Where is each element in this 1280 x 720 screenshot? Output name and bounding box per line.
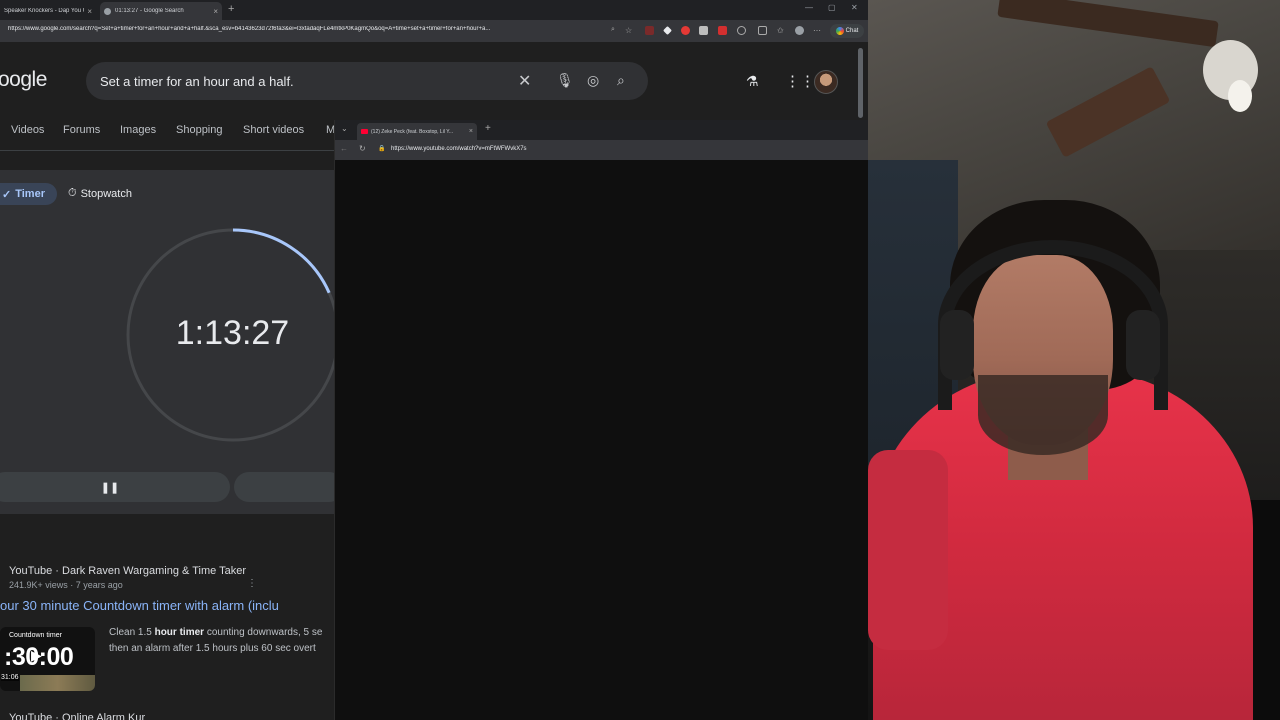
tab-speaker-knockers[interactable]: Speaker Knockers - Dap You Up × xyxy=(0,2,96,20)
headset-ear-left xyxy=(940,310,974,380)
avatar[interactable] xyxy=(814,70,838,94)
video-duration: 31:06 xyxy=(1,674,19,681)
microphone-icon[interactable]: 🎙 xyxy=(556,72,574,89)
timer-tab[interactable]: ✓ Timer xyxy=(0,183,57,205)
thumbnail-label: Countdown timer xyxy=(9,632,62,639)
youtube-browser-window: ⌄ (12) Zeke Peck (feat. Boxstop, Lil Y..… xyxy=(334,120,868,720)
overlay-url-field[interactable]: https://www.youtube.com/watch?v=mFtWFWvk… xyxy=(391,146,527,152)
thumbnail-strip xyxy=(20,675,95,691)
play-icon[interactable]: ▶ xyxy=(31,647,42,664)
result-title-link[interactable]: our 30 minute Countdown timer with alarm… xyxy=(0,598,334,613)
divider xyxy=(0,150,334,151)
result-source[interactable]: YouTube · Dark Raven Wargaming & Time Ta… xyxy=(9,565,246,577)
result-meta: 241.9K+ views · 7 years ago xyxy=(9,580,123,590)
check-icon: ✓ xyxy=(2,188,12,201)
lens-icon[interactable]: ◎ xyxy=(587,72,599,89)
tab-youtube[interactable]: (12) Zeke Peck (feat. Boxstop, Lil Y... … xyxy=(357,123,477,140)
video-thumbnail[interactable]: Countdown timer :30:00 31:06 ▶ xyxy=(0,627,95,691)
nav-tab-forums[interactable]: Forums xyxy=(63,124,100,136)
menu-dots-icon[interactable]: ⋯ xyxy=(813,26,822,35)
search-icon[interactable]: ⌕ xyxy=(611,26,620,35)
close-window-icon[interactable]: ✕ xyxy=(851,3,858,12)
webcam-feed xyxy=(868,0,1280,720)
extension-icon[interactable] xyxy=(645,26,654,35)
overlay-tab-strip: ⌄ (12) Zeke Peck (feat. Boxstop, Lil Y..… xyxy=(335,120,868,140)
chat-button[interactable]: Chat xyxy=(830,24,864,38)
snippet-text: Clean 1.5 xyxy=(109,627,155,638)
nav-tab-shopping[interactable]: Shopping xyxy=(176,124,223,136)
profile-icon[interactable] xyxy=(795,26,804,35)
tab-google-search[interactable]: 01:13:27 - Google Search × xyxy=(100,2,222,20)
nav-tab-short-videos[interactable]: Short videos xyxy=(243,124,304,136)
clear-icon[interactable]: ✕ xyxy=(518,71,531,91)
light-bulb xyxy=(1228,80,1252,112)
minimize-icon[interactable]: — xyxy=(805,3,813,12)
nav-tab-videos[interactable]: Videos xyxy=(11,124,44,136)
extension-image-icon[interactable] xyxy=(699,26,708,35)
lock-icon: 🔒 xyxy=(378,146,386,152)
headset-ear-right xyxy=(1126,310,1160,380)
reload-icon[interactable]: ↻ xyxy=(359,144,366,153)
chat-label: Chat xyxy=(845,28,859,34)
reset-button[interactable] xyxy=(234,472,344,502)
extension-diamond-icon[interactable] xyxy=(663,26,672,35)
tab-strip: Speaker Knockers - Dap You Up × 01:13:27… xyxy=(0,0,868,20)
timer-display: 1:13:27 xyxy=(175,314,290,352)
search-box[interactable]: Set a timer for an hour and a half. ✕ 🎙 … xyxy=(86,62,648,100)
copilot-icon xyxy=(835,27,844,35)
tab-title: 01:13:27 - Google Search xyxy=(115,8,184,14)
overlay-address-bar: ← ↻ 🔒 https://www.youtube.com/watch?v=mF… xyxy=(335,140,868,160)
tab-title: Speaker Knockers - Dap You Up xyxy=(4,8,85,14)
scrollbar[interactable] xyxy=(858,48,863,118)
pause-icon: ❚❚ xyxy=(100,481,120,494)
url-field[interactable]: https://www.google.com/search?q=Set+a+ti… xyxy=(8,26,604,32)
close-icon[interactable]: × xyxy=(469,128,473,135)
google-favicon-icon xyxy=(104,7,111,15)
extension-heart-icon[interactable] xyxy=(718,26,727,35)
chevron-down-icon[interactable]: ⌄ xyxy=(341,124,348,133)
close-icon[interactable]: × xyxy=(213,7,218,16)
bookmark-star-icon[interactable]: ☆ xyxy=(625,26,634,35)
next-result-source[interactable]: YouTube · Online Alarm Kur xyxy=(9,712,145,720)
snippet-text: counting downwards, 5 se xyxy=(204,627,323,638)
arm xyxy=(868,450,948,650)
snippet-bold: hour timer xyxy=(154,627,205,638)
new-tab-icon[interactable]: + xyxy=(228,3,234,15)
pause-button[interactable]: ❚❚ xyxy=(0,472,230,502)
extension-red-icon[interactable] xyxy=(681,26,690,35)
timer-tab-label: Timer xyxy=(15,188,45,200)
stopwatch-tab[interactable]: ⏱ Stopwatch xyxy=(68,187,132,200)
snippet-text: then an alarm after 1.5 hours plus 60 se… xyxy=(109,643,316,654)
favorites-icon[interactable]: ✩ xyxy=(777,26,786,35)
nav-tab-images[interactable]: Images xyxy=(120,124,156,136)
labs-flask-icon[interactable]: ⚗ xyxy=(746,73,759,90)
back-icon[interactable]: ← xyxy=(340,144,348,153)
search-icon[interactable]: ⌕ xyxy=(617,72,625,89)
result-snippet: Clean 1.5 hour timer counting downwards,… xyxy=(109,625,334,657)
stopwatch-tab-label: Stopwatch xyxy=(80,187,132,200)
refresh-ext-icon[interactable] xyxy=(737,26,746,35)
google-logo[interactable]: oogle xyxy=(0,68,47,92)
maximize-icon[interactable]: ▢ xyxy=(828,3,836,12)
more-options-icon[interactable]: ⋮ xyxy=(247,578,257,589)
puzzle-icon[interactable] xyxy=(758,26,767,35)
search-input[interactable]: Set a timer for an hour and a half. xyxy=(100,74,294,89)
tab-title: (12) Zeke Peck (feat. Boxstop, Lil Y... xyxy=(371,128,454,135)
youtube-icon xyxy=(361,129,368,134)
stopwatch-icon: ⏱ xyxy=(68,187,77,199)
new-tab-icon[interactable]: + xyxy=(485,123,491,134)
address-bar: https://www.google.com/search?q=Set+a+ti… xyxy=(0,20,868,42)
close-icon[interactable]: × xyxy=(87,7,92,16)
